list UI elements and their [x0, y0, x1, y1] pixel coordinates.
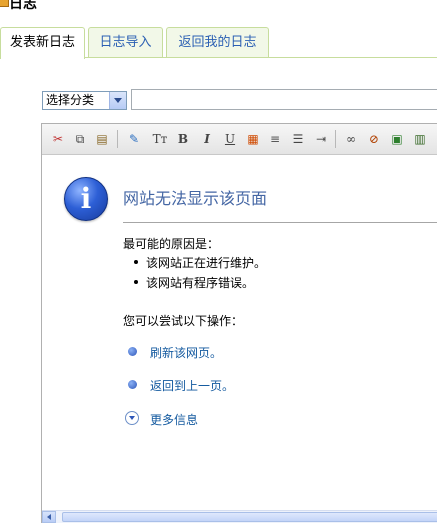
category-select[interactable]: 选择分类 [42, 91, 127, 110]
cut-icon[interactable]: ✂ [50, 131, 66, 147]
scroll-left-icon[interactable] [42, 511, 56, 523]
page-title: 日志 [9, 0, 37, 12]
category-select-value: 选择分类 [46, 93, 95, 107]
toolbar-separator [335, 130, 336, 148]
editor-toolbar: ✂ ⧉ ▤ ✎ Tт B I U ▦ ≡ ☰ ⇥ ∞ ⊘ ▣ ▥ [42, 124, 437, 155]
tab-bar: 发表新日志 日志导入 返回我的日志 [0, 27, 437, 59]
horizontal-scrollbar[interactable] [42, 510, 437, 523]
reason-item: 该网站有程序错误。 [133, 276, 255, 290]
media-icon[interactable]: ▥ [412, 131, 428, 147]
tab-new-post[interactable]: 发表新日志 [0, 27, 85, 59]
chevron-down-icon[interactable] [109, 92, 126, 109]
format-painter-icon[interactable]: ✎ [126, 131, 142, 147]
bullet-icon [128, 347, 137, 356]
image-icon[interactable]: ▣ [389, 131, 405, 147]
reason-item: 该网站正在进行维护。 [133, 256, 267, 270]
try-heading: 您可以尝试以下操作： [123, 314, 244, 328]
tab-back-to-my-blog[interactable]: 返回我的日志 [166, 27, 269, 57]
underline-icon[interactable]: U [222, 131, 238, 147]
page-title-bar: 日志 [0, 0, 437, 16]
reason-heading: 最可能的原因是： [123, 237, 220, 251]
divider [123, 222, 437, 223]
title-input[interactable] [131, 89, 437, 110]
error-title: 网站无法显示该页面 [123, 189, 268, 208]
font-color-icon[interactable]: ▦ [245, 131, 261, 147]
editor-content[interactable]: i 网站无法显示该页面 最可能的原因是： 该网站正在进行维护。 该网站有程序错误… [42, 155, 437, 510]
rich-text-editor: ✂ ⧉ ▤ ✎ Tт B I U ▦ ≡ ☰ ⇥ ∞ ⊘ ▣ ▥ i 网站无法显… [41, 123, 437, 523]
indent-icon[interactable]: ⇥ [313, 131, 329, 147]
unordered-list-icon[interactable]: ☰ [290, 131, 306, 147]
font-size-icon[interactable]: Tт [152, 131, 168, 147]
info-icon: i [64, 177, 108, 221]
more-info-link[interactable]: 更多信息 [150, 411, 198, 428]
back-link[interactable]: 返回到上一页。 [150, 377, 234, 394]
align-icon[interactable]: ≡ [267, 131, 283, 147]
bold-icon[interactable]: B [175, 131, 191, 147]
tab-import[interactable]: 日志导入 [88, 27, 163, 57]
unlink-icon[interactable]: ⊘ [366, 131, 382, 147]
bullet-icon [128, 380, 137, 389]
link-icon[interactable]: ∞ [343, 131, 359, 147]
refresh-link[interactable]: 刷新该网页。 [150, 344, 222, 361]
copy-icon[interactable]: ⧉ [72, 131, 88, 147]
italic-icon[interactable]: I [199, 131, 215, 147]
chevron-down-icon[interactable] [125, 411, 139, 425]
paste-icon[interactable]: ▤ [94, 131, 110, 147]
blog-icon [0, 0, 9, 7]
toolbar-separator [117, 130, 118, 148]
